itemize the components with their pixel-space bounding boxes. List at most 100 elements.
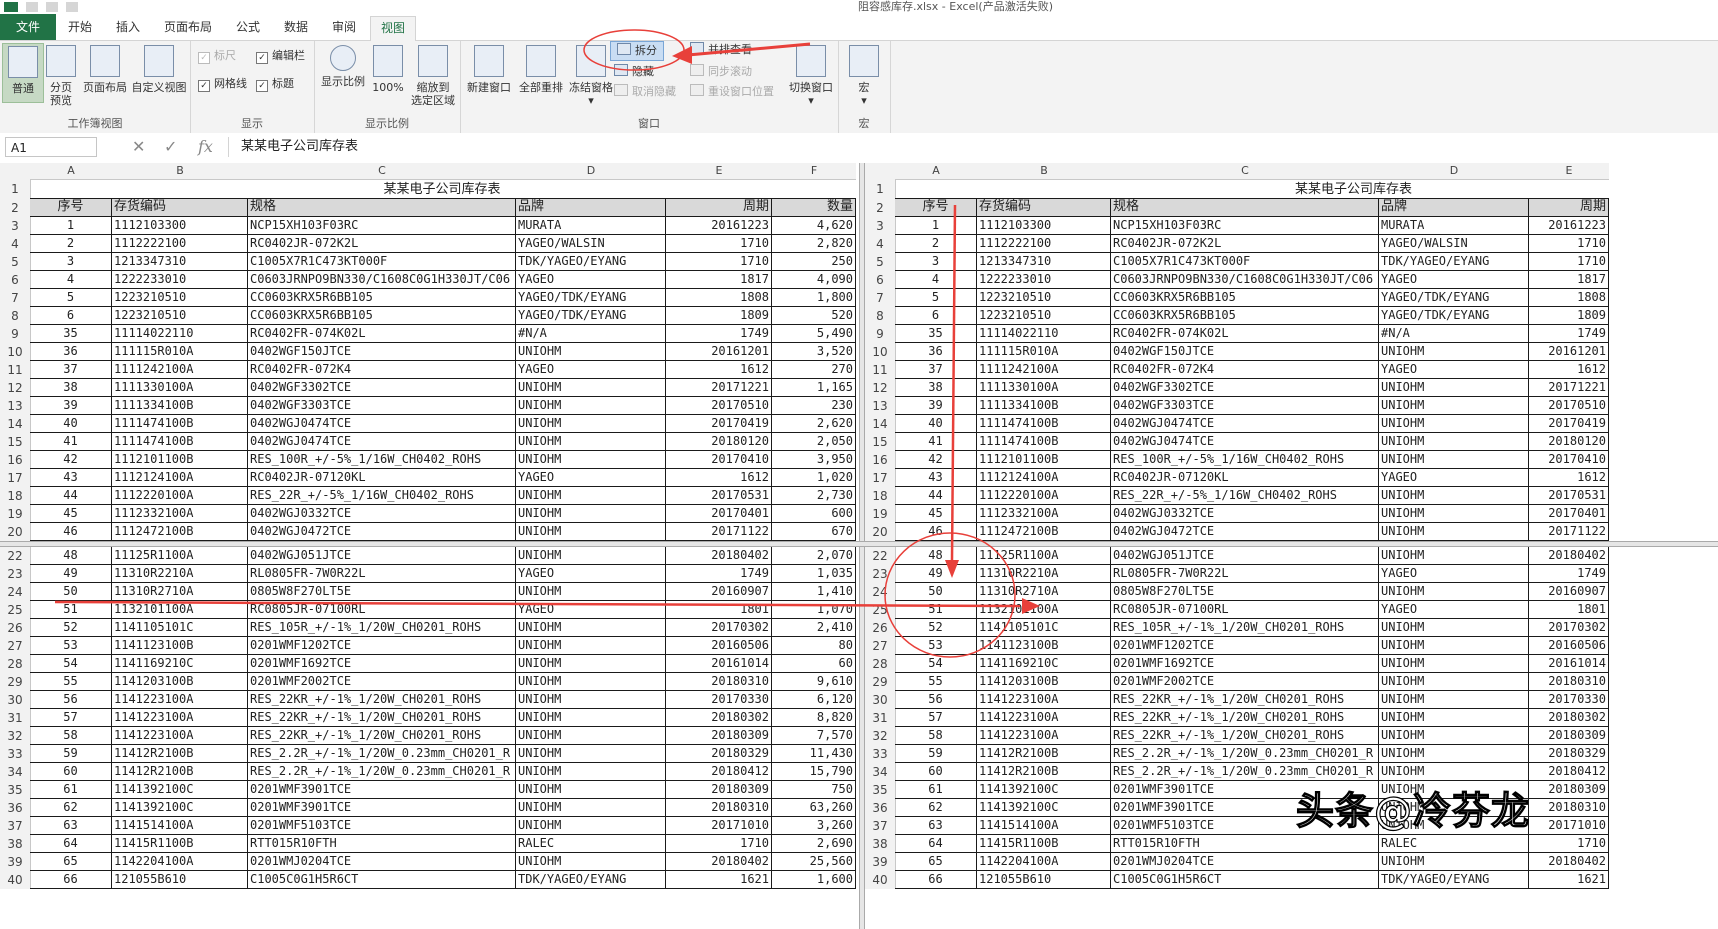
save-icon[interactable] <box>26 2 38 12</box>
table-cell[interactable]: 1223210510 <box>977 289 1111 307</box>
row-header[interactable]: 9 <box>0 325 31 343</box>
table-cell[interactable]: 44 <box>30 487 112 505</box>
table-cell[interactable]: RC0402JR-07120KL <box>1111 469 1379 487</box>
table-cell[interactable]: 0402WGF150JTCE <box>248 343 516 361</box>
tab-file[interactable]: 文件 <box>0 14 56 40</box>
table-cell[interactable]: UNIOHM <box>1379 505 1529 523</box>
table-cell[interactable]: C0603JRNPO9BN330/C1608C0G1H330JT/C06 <box>1111 271 1379 289</box>
table-cell[interactable]: 20170531 <box>1529 487 1609 505</box>
table-cell[interactable]: 0402WGJ0474TCE <box>248 433 516 451</box>
table-cell[interactable]: UNIOHM <box>516 547 666 565</box>
table-cell[interactable]: 1801 <box>666 601 772 619</box>
table-cell[interactable]: 0402WGJ0474TCE <box>1111 415 1379 433</box>
table-cell[interactable]: UNIOHM <box>1379 433 1529 451</box>
table-cell[interactable]: 0201WMF3901TCE <box>248 799 516 817</box>
table-cell[interactable]: 11310R2710A <box>977 583 1111 601</box>
table-cell[interactable]: 0402WGJ051JTCE <box>1111 547 1379 565</box>
table-cell[interactable]: 55 <box>30 673 112 691</box>
table-cell[interactable]: RES_2.2R_+/-1%_1/20W_0.23mm_CH0201_R <box>1111 745 1379 763</box>
table-cell[interactable]: 2,410 <box>772 619 856 637</box>
table-cell[interactable]: 1808 <box>666 289 772 307</box>
table-cell[interactable]: 55 <box>895 673 977 691</box>
table-cell[interactable]: YAGEO <box>516 469 666 487</box>
row-header[interactable]: 37 <box>0 817 31 835</box>
row-header[interactable]: 35 <box>865 781 896 799</box>
table-cell[interactable]: 36 <box>30 343 112 361</box>
table-cell[interactable]: 37 <box>30 361 112 379</box>
table-cell[interactable]: #N/A <box>1379 325 1529 343</box>
page-layout-view-button[interactable]: 页面布局 <box>80 43 130 94</box>
row-header[interactable]: 5 <box>0 253 31 271</box>
table-cell[interactable]: 1749 <box>666 565 772 583</box>
table-cell[interactable]: 60 <box>30 763 112 781</box>
row-header[interactable]: 39 <box>865 853 896 871</box>
table-cell[interactable]: 1808 <box>1529 289 1609 307</box>
column-header[interactable]: B <box>112 163 248 180</box>
table-cell[interactable]: 39 <box>30 397 112 415</box>
table-cell[interactable]: 38 <box>895 379 977 397</box>
row-header[interactable]: 25 <box>865 601 896 619</box>
table-cell[interactable]: UNIOHM <box>516 799 666 817</box>
table-cell[interactable]: 50 <box>30 583 112 601</box>
table-cell[interactable]: 54 <box>895 655 977 673</box>
hide-button[interactable]: 隐藏 <box>614 63 654 81</box>
table-cell[interactable]: 51 <box>895 601 977 619</box>
table-cell[interactable]: 56 <box>30 691 112 709</box>
headings-checkbox[interactable]: ✓ 标题 <box>256 75 294 93</box>
row-header[interactable]: 29 <box>0 673 31 691</box>
row-header[interactable]: 4 <box>865 235 896 253</box>
table-cell[interactable]: UNIOHM <box>516 853 666 871</box>
table-cell[interactable]: 0201WMJ0204TCE <box>248 853 516 871</box>
table-cell[interactable]: UNIOHM <box>1379 763 1529 781</box>
table-cell[interactable]: 1111334100B <box>977 397 1111 415</box>
table-cell[interactable]: MURATA <box>516 217 666 235</box>
row-header[interactable]: 33 <box>865 745 896 763</box>
table-cell[interactable]: 0402WGJ0474TCE <box>248 415 516 433</box>
table-cell[interactable]: RC0402JR-07120KL <box>248 469 516 487</box>
table-cell[interactable]: 20171010 <box>666 817 772 835</box>
enter-icon[interactable]: ✓ <box>164 137 177 157</box>
table-cell[interactable]: 250 <box>772 253 856 271</box>
table-cell[interactable]: 1,020 <box>772 469 856 487</box>
name-box[interactable]: A1 <box>5 137 97 157</box>
table-cell[interactable]: TDK/YAGEO/EYANG <box>516 871 666 889</box>
row-header[interactable]: 38 <box>865 835 896 853</box>
row-header[interactable]: 28 <box>865 655 896 673</box>
table-cell[interactable]: YAGEO/TDK/EYANG <box>516 289 666 307</box>
table-cell[interactable]: RC0402JR-072K2L <box>1111 235 1379 253</box>
table-cell[interactable]: 1112220100A <box>977 487 1111 505</box>
table-cell[interactable]: UNIOHM <box>1379 343 1529 361</box>
table-cell[interactable]: CC0603KRX5R6BB105 <box>1111 289 1379 307</box>
formula-bar-checkbox[interactable]: ✓ 编辑栏 <box>256 47 305 65</box>
table-cell[interactable]: TDK/YAGEO/EYANG <box>1379 871 1529 889</box>
table-cell[interactable]: 1710 <box>666 253 772 271</box>
table-cell[interactable]: 53 <box>30 637 112 655</box>
table-cell[interactable]: YAGEO <box>516 601 666 619</box>
table-cell[interactable]: 0201WMF1692TCE <box>248 655 516 673</box>
table-cell[interactable]: YAGEO <box>1379 565 1529 583</box>
table-cell[interactable]: 5 <box>30 289 112 307</box>
table-cell[interactable]: 43 <box>30 469 112 487</box>
table-cell[interactable]: 11310R2710A <box>112 583 248 601</box>
table-cell[interactable]: UNIOHM <box>1379 397 1529 415</box>
table-cell[interactable]: UNIOHM <box>1379 547 1529 565</box>
row-header[interactable]: 20 <box>0 523 31 541</box>
table-cell[interactable]: 1112332100A <box>977 505 1111 523</box>
table-cell[interactable]: 20161201 <box>1529 343 1609 361</box>
table-cell[interactable]: 11412R2100B <box>977 745 1111 763</box>
row-header[interactable]: 32 <box>865 727 896 745</box>
table-cell[interactable]: 1141105101C <box>977 619 1111 637</box>
table-cell[interactable]: 11415R1100B <box>112 835 248 853</box>
table-cell[interactable]: RL0805FR-7W0R22L <box>248 565 516 583</box>
table-cell[interactable]: 49 <box>30 565 112 583</box>
table-cell[interactable]: 4 <box>895 271 977 289</box>
table-cell[interactable]: 35 <box>895 325 977 343</box>
table-cell[interactable]: 48 <box>895 547 977 565</box>
table-cell[interactable]: 0201WMF3901TCE <box>248 781 516 799</box>
table-cell[interactable]: 1141392100C <box>112 799 248 817</box>
table-cell[interactable]: 20180412 <box>666 763 772 781</box>
column-header[interactable]: D <box>516 163 666 180</box>
table-cell[interactable]: 0402WGJ0472TCE <box>1111 523 1379 541</box>
table-cell[interactable]: 56 <box>895 691 977 709</box>
table-cell[interactable]: 3 <box>895 253 977 271</box>
